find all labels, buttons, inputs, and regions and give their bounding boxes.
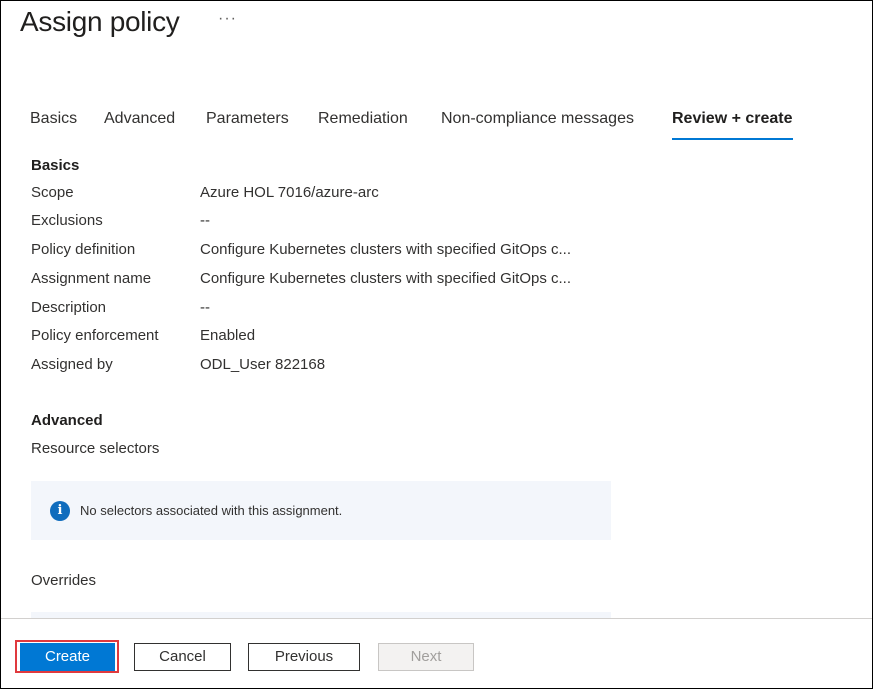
- advanced-heading: Advanced: [31, 412, 103, 429]
- assignment-name-value: Configure Kubernetes clusters with speci…: [200, 270, 572, 287]
- cancel-button[interactable]: Cancel: [134, 643, 231, 671]
- assignment-name-label: Assignment name: [31, 270, 152, 287]
- window-frame: [0, 0, 873, 689]
- basics-heading: Basics: [31, 157, 80, 174]
- assigned-by-value: ODL_User 822168: [200, 356, 326, 373]
- exclusions-label: Exclusions: [31, 212, 103, 229]
- info-message: No selectors associated with this assign…: [80, 503, 343, 518]
- policy-definition-value: Configure Kubernetes clusters with speci…: [200, 241, 572, 258]
- exclusions-value: --: [200, 212, 210, 229]
- more-options-icon[interactable]: ···: [218, 10, 237, 28]
- description-label: Description: [31, 299, 107, 316]
- scope-label: Scope: [31, 184, 74, 201]
- policy-enforcement-value: Enabled: [200, 327, 256, 344]
- create-button[interactable]: Create: [20, 643, 115, 671]
- overrides-label: Overrides: [31, 572, 97, 589]
- tab-parameters[interactable]: Parameters: [206, 110, 289, 128]
- next-button[interactable]: Next: [378, 643, 474, 671]
- info-icon: i: [50, 501, 70, 521]
- description-value: --: [200, 299, 210, 316]
- tab-non-compliance-messages[interactable]: Non-compliance messages: [441, 110, 634, 128]
- policy-definition-label: Policy definition: [31, 241, 136, 258]
- policy-enforcement-label: Policy enforcement: [31, 327, 159, 344]
- previous-button[interactable]: Previous: [248, 643, 360, 671]
- scope-value: Azure HOL 7016/azure-arc: [200, 184, 379, 201]
- page-title: Assign policy: [20, 6, 180, 37]
- tab-advanced[interactable]: Advanced: [104, 110, 175, 128]
- resource-selectors-info-box: i No selectors associated with this assi…: [31, 481, 611, 540]
- footer-divider: [1, 618, 872, 619]
- tab-basics[interactable]: Basics: [30, 110, 77, 128]
- assigned-by-label: Assigned by: [31, 356, 113, 373]
- resource-selectors-label: Resource selectors: [31, 440, 160, 457]
- tab-review-create[interactable]: Review + create: [672, 110, 793, 140]
- tab-remediation[interactable]: Remediation: [318, 110, 408, 128]
